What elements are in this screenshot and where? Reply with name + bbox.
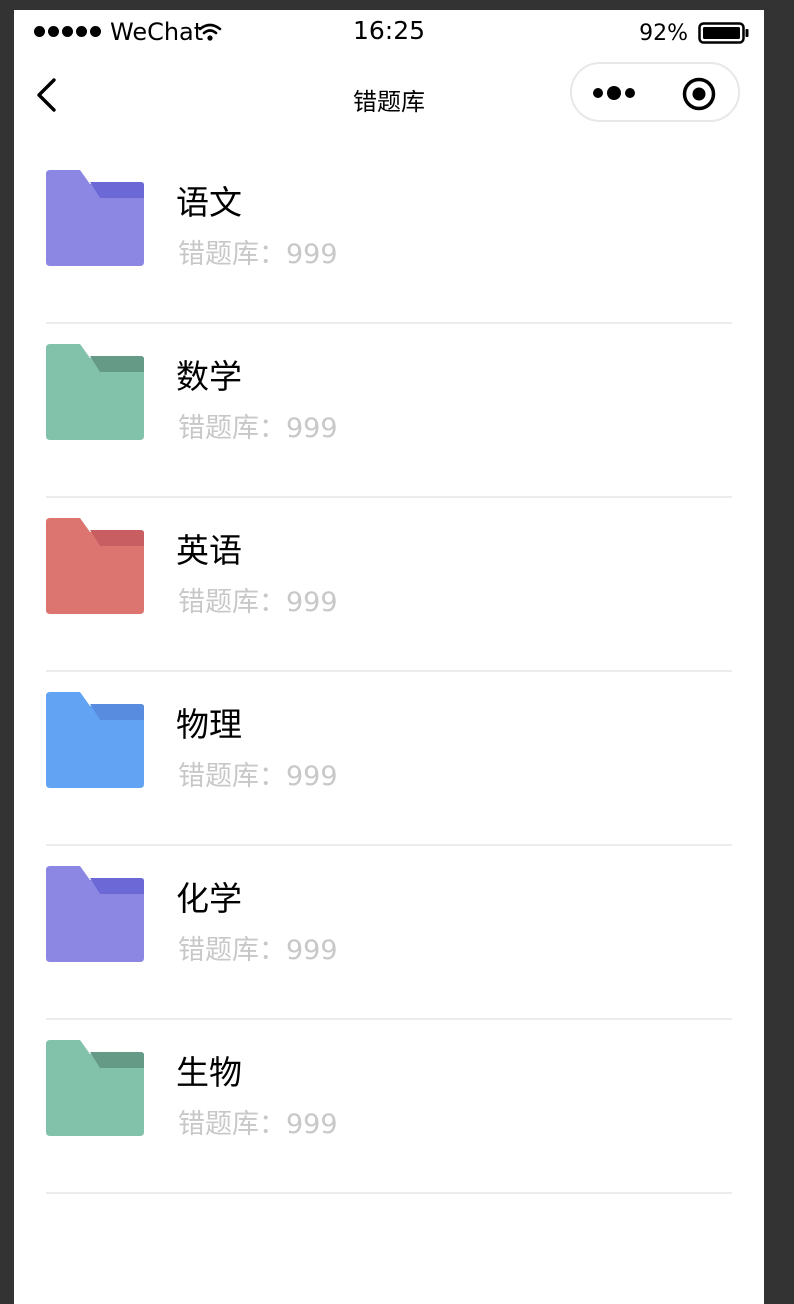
folder-icon xyxy=(46,1040,144,1136)
folder-icon xyxy=(46,866,144,962)
subject-name: 英语 xyxy=(176,531,242,570)
folder-icon xyxy=(46,170,144,266)
count-value: 999 xyxy=(286,413,338,444)
count-label: 错题库： xyxy=(178,239,286,270)
folder-icon xyxy=(46,692,144,788)
subject-list: 语文 错题库：999 数学 错题库：999 英语 错题库：999 物理 错题库：999 化学 错题… xyxy=(46,150,732,1194)
close-mini-program-icon[interactable] xyxy=(682,77,716,111)
subject-name: 物理 xyxy=(176,705,242,744)
wrong-question-count: 错题库：999 xyxy=(178,1102,338,1141)
phone-screen: WeChat 16:25 92% 错题库 语文 错题库：999 数学 错题库：999 英… xyxy=(14,10,764,1304)
wrong-question-count: 错题库：999 xyxy=(178,754,338,793)
mini-program-capsule xyxy=(570,62,740,122)
more-options-icon[interactable] xyxy=(592,85,638,101)
wrong-question-count: 错题库：999 xyxy=(178,232,338,271)
count-value: 999 xyxy=(286,239,338,270)
subject-list-item[interactable]: 语文错题库：999 xyxy=(46,150,732,324)
folder-icon xyxy=(46,344,144,440)
status-bar: WeChat 16:25 92% xyxy=(14,10,764,60)
wrong-question-count: 错题库：999 xyxy=(178,928,338,967)
battery-icon xyxy=(698,22,749,44)
subject-list-item[interactable]: 物理错题库：999 xyxy=(46,672,732,846)
subject-name: 语文 xyxy=(176,183,242,222)
subject-list-item[interactable]: 英语错题库：999 xyxy=(46,498,732,672)
subject-name: 生物 xyxy=(176,1053,242,1092)
count-value: 999 xyxy=(286,1109,338,1140)
subject-list-item[interactable]: 化学错题库：999 xyxy=(46,846,732,1020)
count-value: 999 xyxy=(286,761,338,792)
wrong-question-count: 错题库：999 xyxy=(178,580,338,619)
count-label: 错题库： xyxy=(178,935,286,966)
subject-name: 化学 xyxy=(176,879,242,918)
count-value: 999 xyxy=(286,935,338,966)
wrong-question-count: 错题库：999 xyxy=(178,406,338,445)
subject-list-item[interactable]: 生物错题库：999 xyxy=(46,1020,732,1194)
count-value: 999 xyxy=(286,587,338,618)
count-label: 错题库： xyxy=(178,413,286,444)
battery-percentage: 92% xyxy=(639,21,688,46)
count-label: 错题库： xyxy=(178,761,286,792)
count-label: 错题库： xyxy=(178,587,286,618)
folder-icon xyxy=(46,518,144,614)
subject-list-item[interactable]: 数学错题库：999 xyxy=(46,324,732,498)
count-label: 错题库： xyxy=(178,1109,286,1140)
subject-name: 数学 xyxy=(176,357,242,396)
